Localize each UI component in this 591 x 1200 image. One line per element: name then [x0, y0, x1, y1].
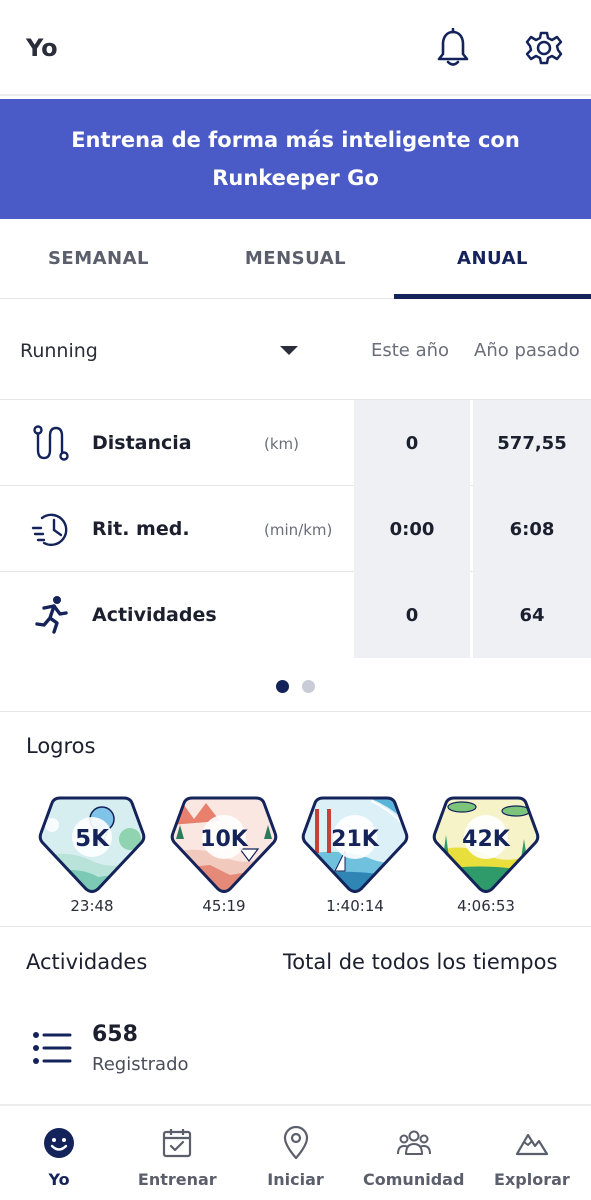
page-dot[interactable] [302, 680, 315, 693]
runkeeper-go-banner[interactable]: Entrena de forma más inteligente con Run… [0, 99, 591, 219]
stat-previous-value: 577,55 [473, 400, 591, 486]
stats-row-distance: Distancia (km) 0 577,55 [0, 400, 591, 486]
section-title-logros: Logros [26, 734, 96, 758]
nav-item-comunidad[interactable]: Comunidad [355, 1106, 473, 1200]
nav-label: Entrenar [137, 1170, 217, 1189]
smiley-icon [42, 1126, 76, 1160]
sport-selector[interactable]: Running [20, 340, 98, 362]
page-title: Yo [26, 34, 58, 62]
mountain-icon [515, 1126, 549, 1160]
nav-item-entrenar[interactable]: Entrenar [118, 1106, 236, 1200]
badge-21k[interactable]: 21K 1:40:14 [301, 795, 409, 915]
stats-row-activities: Actividades 0 64 [0, 572, 591, 658]
nav-label: Comunidad [363, 1170, 465, 1189]
calendar-check-icon [160, 1126, 194, 1160]
page-dot-active[interactable] [276, 680, 289, 693]
badge-label: 21K [331, 827, 380, 852]
stat-current-value: 0 [354, 572, 470, 658]
column-header-previous: Año pasado [474, 340, 580, 361]
stat-previous-value: 64 [473, 572, 591, 658]
activities-count: 658 [92, 1022, 138, 1047]
stat-current-value: 0:00 [354, 486, 470, 572]
period-tabs: SEMANAL MENSUAL ANUAL [0, 219, 591, 299]
page-indicator [0, 662, 591, 712]
badge-10k-image: 10K [170, 796, 278, 893]
activities-count-label: Registrado [92, 1054, 189, 1075]
column-header-current: Este año [371, 340, 450, 361]
badge-label: 42K [462, 827, 511, 852]
bell-icon [437, 28, 469, 66]
stats-table: Distancia (km) 0 577,55 Rit. med. (min/k… [0, 400, 591, 658]
bottom-navigation: Yo Entrenar Iniciar Comunidad Explorar [0, 1104, 591, 1200]
group-icon [396, 1126, 431, 1160]
nav-item-explorar[interactable]: Explorar [473, 1106, 591, 1200]
stat-unit: (min/km) [264, 521, 333, 539]
route-icon [30, 422, 72, 464]
badge-time: 23:48 [70, 897, 114, 915]
stat-label: Actividades [92, 604, 217, 626]
nav-label: Iniciar [267, 1170, 324, 1189]
section-title-actividades: Actividades [26, 950, 148, 974]
stat-label: Rit. med. [92, 518, 190, 540]
banner-text: Entrena de forma más inteligente con Run… [71, 128, 520, 190]
tab-anual[interactable]: ANUAL [394, 219, 591, 299]
all-time-total-label: Total de todos los tiempos [283, 950, 558, 974]
caret-down-icon[interactable] [280, 346, 298, 355]
notifications-button[interactable] [433, 26, 473, 70]
stat-current-value: 0 [354, 400, 470, 486]
stat-label: Distancia [92, 432, 192, 454]
tab-semanal[interactable]: SEMANAL [0, 219, 197, 298]
tab-mensual[interactable]: MENSUAL [197, 219, 394, 298]
badge-21k-image: 21K [301, 796, 409, 893]
badge-time: 4:06:53 [457, 897, 515, 915]
badge-time: 1:40:14 [326, 897, 384, 915]
list-icon [32, 1030, 72, 1070]
runner-icon [30, 594, 72, 636]
settings-button[interactable] [524, 26, 564, 70]
badge-time: 45:19 [202, 897, 246, 915]
location-pin-icon [279, 1126, 313, 1160]
nav-label: Yo [48, 1170, 70, 1189]
top-app-bar: Yo [0, 0, 591, 96]
badge-10k[interactable]: 10K 45:19 [170, 795, 278, 915]
badge-label: 5K [75, 826, 110, 852]
badge-5k-image: 5K [38, 796, 146, 893]
pace-clock-icon [30, 508, 72, 550]
stats-header: Running Este año Año pasado [0, 300, 591, 400]
badge-42k[interactable]: 42K 4:06:53 [432, 795, 540, 915]
divider [0, 926, 591, 927]
nav-label: Explorar [494, 1170, 570, 1189]
stats-row-pace: Rit. med. (min/km) 0:00 6:08 [0, 486, 591, 572]
nav-item-iniciar[interactable]: Iniciar [236, 1106, 354, 1200]
gear-icon [525, 31, 563, 65]
badge-label: 10K [200, 827, 249, 852]
stat-previous-value: 6:08 [473, 486, 591, 572]
badge-5k[interactable]: 5K 23:48 [38, 795, 146, 915]
stat-unit: (km) [264, 435, 300, 453]
badge-42k-image: 42K [432, 796, 540, 893]
nav-item-yo[interactable]: Yo [0, 1106, 118, 1200]
